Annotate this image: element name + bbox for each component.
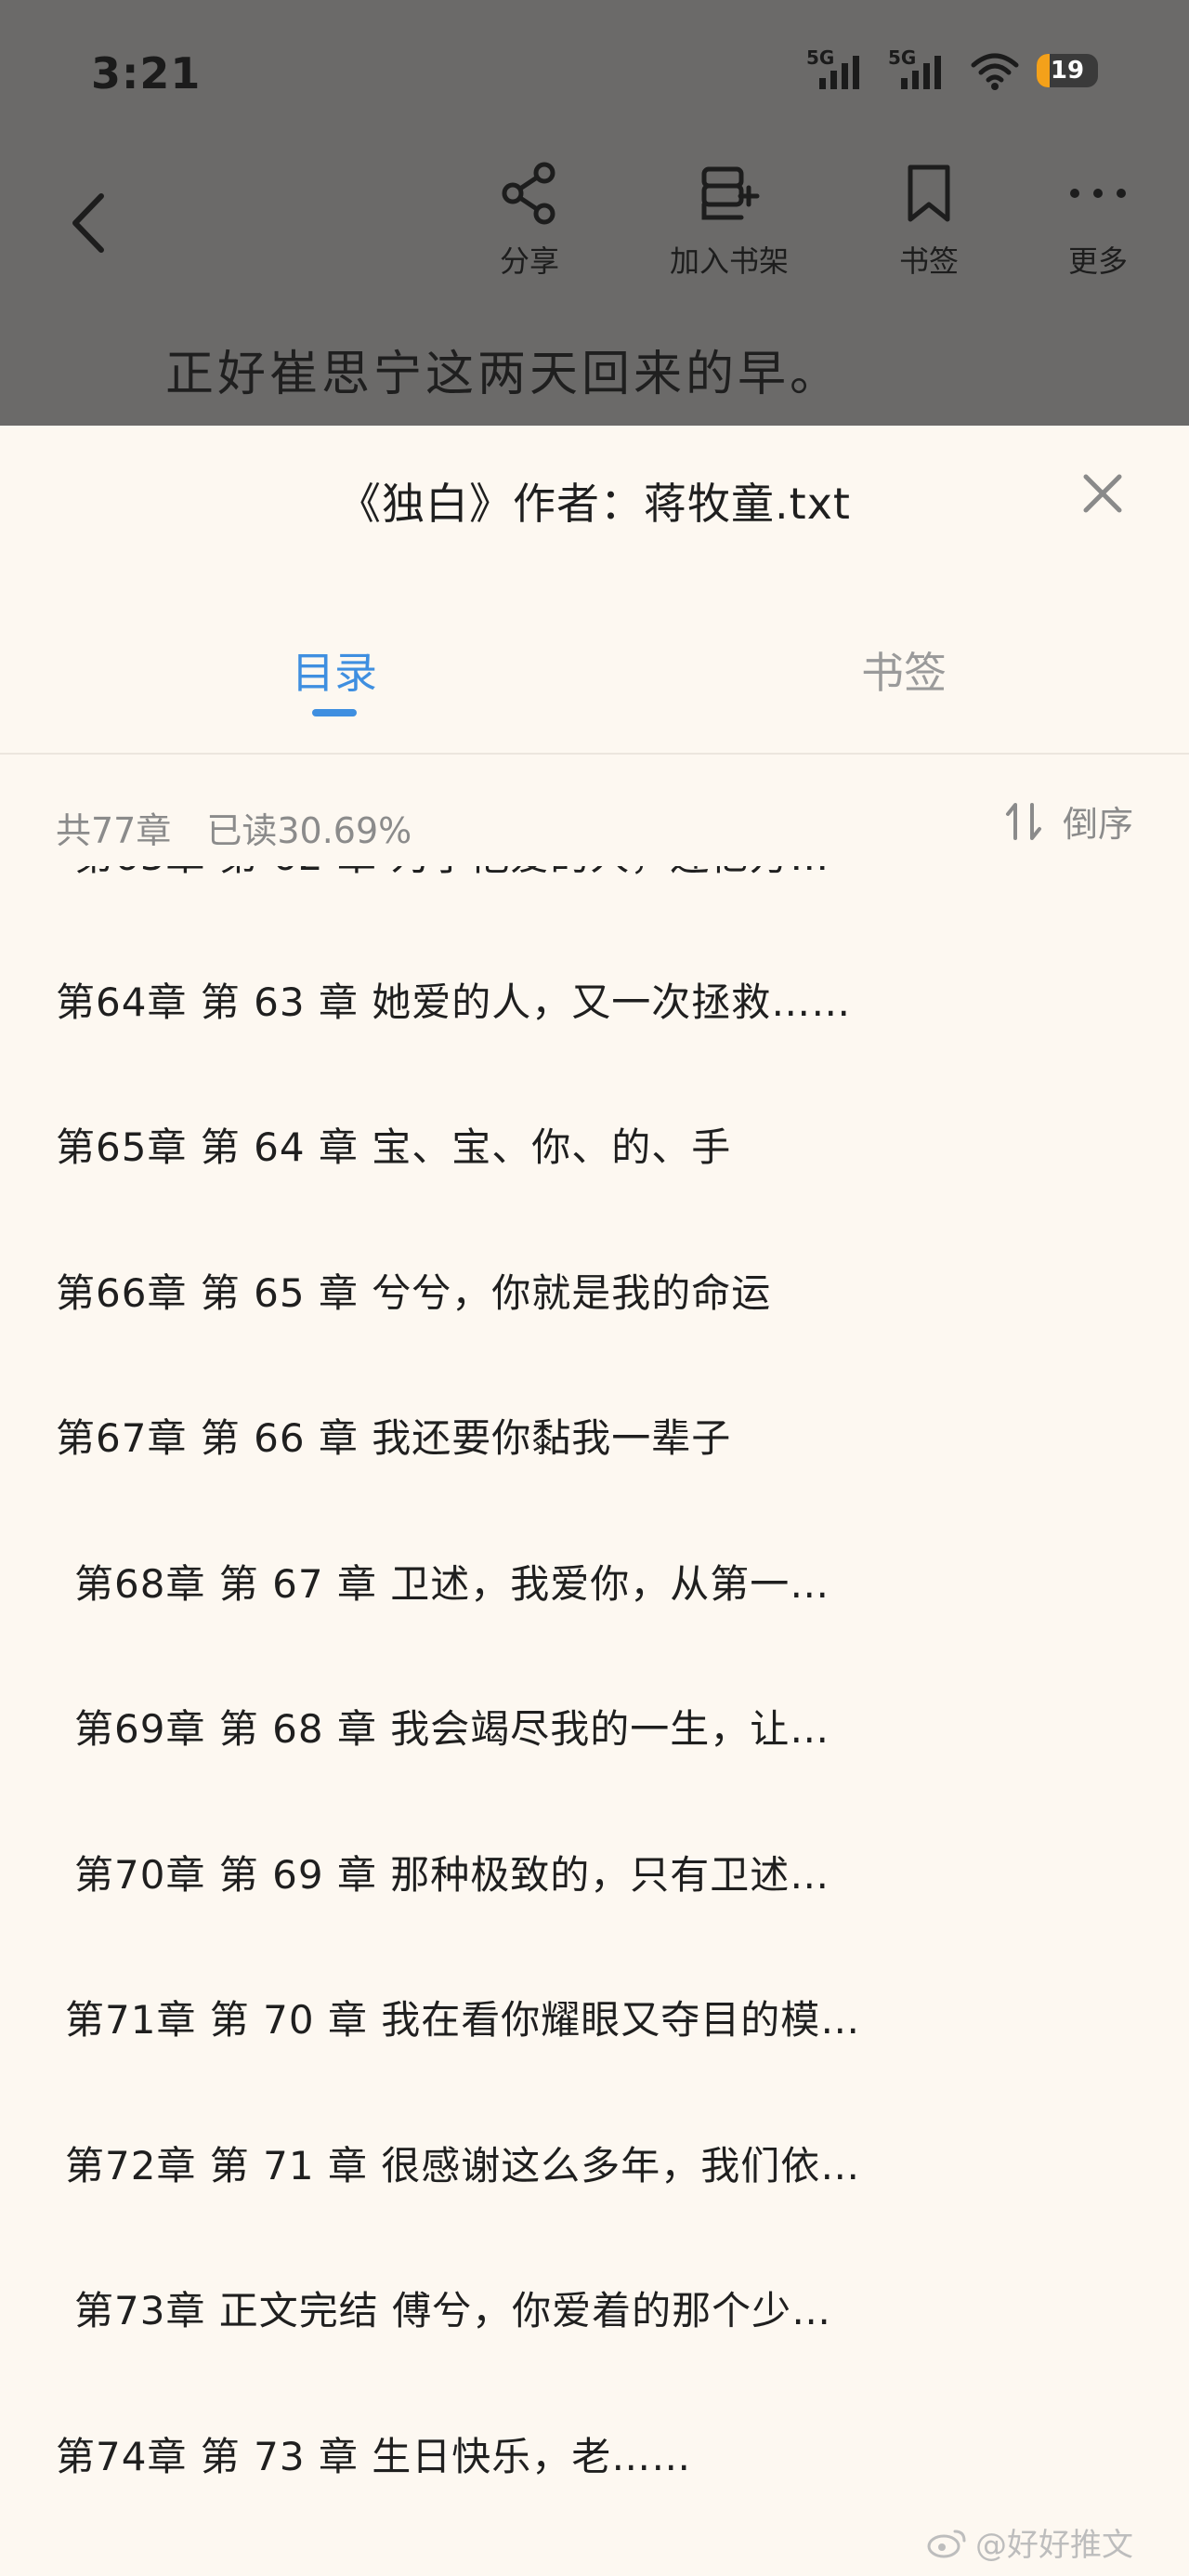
add-to-shelf-button[interactable]: 加入书架 (655, 160, 804, 299)
share-button[interactable]: 分享 (455, 160, 604, 299)
battery-icon: 19 (1037, 54, 1098, 87)
chapter-item[interactable]: 第69章 第 68 章 我会竭尽我的一生，让… (74, 1698, 830, 1755)
chapter-item[interactable]: 第73章 正文完结 傅兮，你爱着的那个少… (74, 2280, 831, 2336)
tab-bookmarks[interactable]: 书签 (811, 639, 997, 701)
status-icons: 5G 5G 19 (806, 46, 1098, 95)
more-button[interactable]: 更多 (1024, 160, 1172, 299)
share-icon (502, 162, 555, 225)
chapter-item[interactable]: 第68章 第 67 章 卫述，我爱你，从第一… (74, 1553, 830, 1610)
reader-text-line: 正好崔思宁这两天回来的早。 (165, 347, 843, 402)
more-dots-icon (1070, 189, 1126, 198)
wifi-icon (971, 53, 1019, 90)
sort-arrows-icon (1005, 802, 1041, 840)
more-label: 更多 (1067, 243, 1128, 279)
bookmark-button[interactable]: 书签 (855, 160, 1003, 299)
add-to-shelf-icon (701, 166, 760, 220)
back-arrow-icon (72, 193, 104, 253)
watermark: @好好推文 (927, 2519, 1133, 2565)
add-to-shelf-label: 加入书架 (669, 243, 789, 279)
status-time: 3:21 (91, 48, 202, 99)
active-tab-indicator (312, 709, 357, 716)
chapter-item[interactable]: 第63章 第 62 章 为了他爱的人，连亿万… (74, 866, 830, 882)
toc-summary: 共77章 已读30.69% (56, 802, 412, 853)
close-button[interactable] (1072, 463, 1133, 524)
chapter-item[interactable]: 第72章 第 71 章 很感谢这么多年，我们依… (65, 2135, 860, 2191)
sort-button[interactable]: 倒序 (1005, 795, 1133, 847)
chapter-item[interactable]: 第66章 第 65 章 兮兮，你就是我的命运 (56, 1262, 771, 1319)
signal-icon: 5G (806, 46, 871, 95)
chapter-list: 第63章 第 62 章 为了他爱的人，连亿万… 第64章 第 63 章 她爱的人，… (0, 866, 1189, 2576)
chapter-item[interactable]: 第71章 第 70 章 我在看你耀眼又夺目的模… (65, 1989, 860, 2045)
toc-sheet: 《独白》作者：蒋牧童.txt 目录 书签 共77章已读30.69% 倒序 第63… (0, 426, 1189, 2576)
chapter-count: 共77章 (56, 810, 172, 851)
reader-toolbar: 分享 加入书架 书签 更多 (0, 149, 1189, 297)
book-title: 《独白》作者：蒋牧童.txt (338, 479, 851, 529)
divider (0, 753, 1189, 755)
chapter-item[interactable]: 第74章 第 73 章 生日快乐，老…… (56, 2425, 691, 2482)
chapter-item[interactable]: 第67章 第 66 章 我还要你黏我一辈子 (56, 1407, 731, 1464)
bookmark-label: 书签 (898, 243, 959, 279)
watermark-text: @好好推文 (975, 2527, 1133, 2564)
share-label: 分享 (499, 243, 559, 279)
weibo-logo-icon (927, 2530, 966, 2557)
signal-icon: 5G (888, 46, 953, 95)
back-button[interactable] (56, 186, 121, 260)
chapter-item[interactable]: 第64章 第 63 章 她爱的人，又一次拯救…… (56, 971, 851, 1028)
sort-label: 倒序 (1062, 804, 1133, 845)
tab-contents[interactable]: 目录 (242, 639, 427, 701)
battery-level: 19 (1050, 57, 1085, 85)
chapter-item[interactable]: 第70章 第 69 章 那种极致的，只有卫述… (74, 1844, 830, 1900)
bookmark-icon (908, 164, 950, 222)
status-bar: 3:21 5G 5G 19 (0, 0, 1189, 149)
close-icon (1083, 474, 1122, 513)
chapter-item[interactable]: 第65章 第 64 章 宝、宝、你、的、手 (56, 1116, 731, 1173)
read-progress: 已读30.69% (206, 810, 412, 851)
